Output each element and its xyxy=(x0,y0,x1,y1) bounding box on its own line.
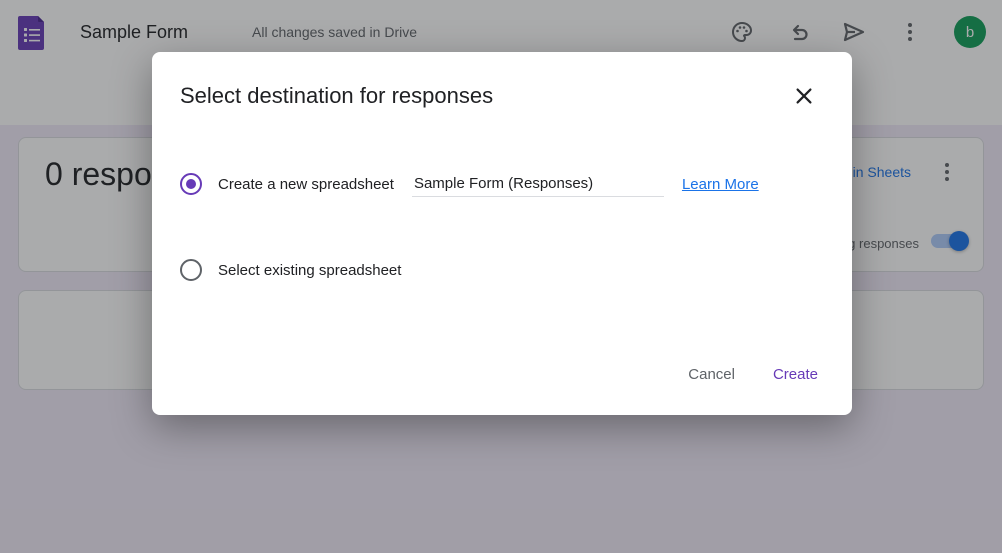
option-select-existing[interactable]: Select existing spreadsheet xyxy=(152,250,852,290)
radio-create-new[interactable] xyxy=(180,173,202,195)
create-button[interactable]: Create xyxy=(769,358,822,391)
option-create-new[interactable]: Create a new spreadsheet Learn More xyxy=(152,164,852,204)
cancel-button[interactable]: Cancel xyxy=(684,358,739,391)
dialog-title: Select destination for responses xyxy=(180,83,784,109)
select-destination-dialog: Select destination for responses Create … xyxy=(152,52,852,415)
option-select-existing-label: Select existing spreadsheet xyxy=(218,262,401,279)
radio-select-existing[interactable] xyxy=(180,259,202,281)
option-create-new-label: Create a new spreadsheet xyxy=(218,176,394,193)
learn-more-link[interactable]: Learn More xyxy=(682,176,759,193)
spreadsheet-name-input[interactable] xyxy=(412,171,664,197)
close-icon xyxy=(793,85,815,107)
dialog-close-button[interactable] xyxy=(784,76,824,116)
